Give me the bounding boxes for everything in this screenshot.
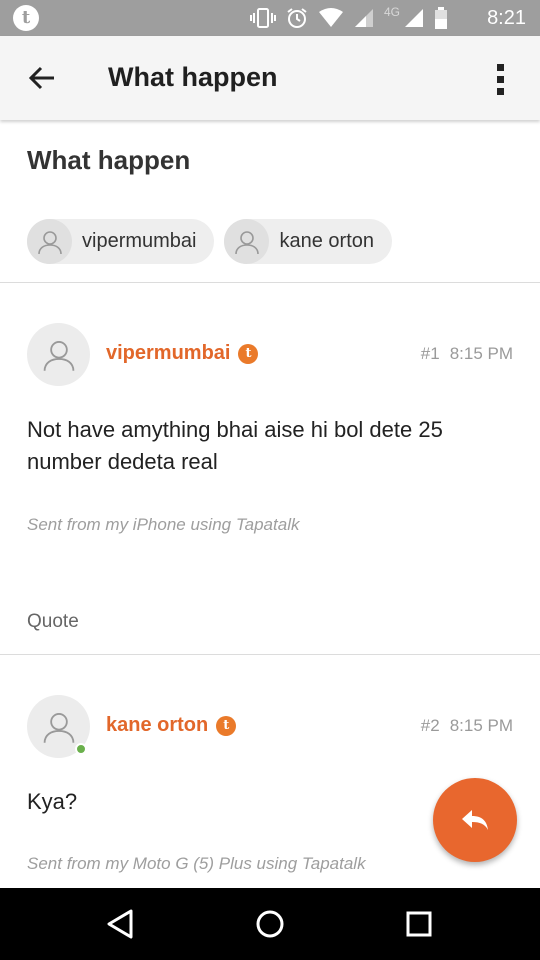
post-author[interactable]: vipermumbai t bbox=[106, 342, 259, 365]
app-bar: What happen bbox=[0, 36, 540, 120]
wifi-icon bbox=[318, 8, 343, 27]
more-vert-icon bbox=[497, 64, 504, 95]
signal-icon-2 bbox=[405, 9, 423, 27]
overflow-menu-button[interactable] bbox=[486, 60, 516, 100]
quote-button[interactable]: Quote bbox=[27, 611, 79, 633]
participant-chip[interactable]: vipermumbai bbox=[27, 219, 215, 264]
vibrate-icon bbox=[249, 8, 276, 28]
person-icon bbox=[43, 340, 74, 371]
network-type: 4G bbox=[383, 5, 400, 19]
avatar[interactable] bbox=[27, 695, 90, 758]
post-signature: Sent from my Moto G (5) Plus using Tapat… bbox=[27, 854, 366, 873]
post-time: 8:15 PM bbox=[449, 716, 513, 735]
participant-name: vipermumbai bbox=[82, 230, 197, 252]
post-body: Kya? bbox=[27, 789, 78, 814]
status-bar: t 4G 8:21 bbox=[0, 0, 540, 36]
online-indicator bbox=[75, 743, 87, 755]
post-signature: Sent from my iPhone using Tapatalk bbox=[27, 515, 300, 534]
participant-chip[interactable]: kane orton bbox=[224, 219, 392, 264]
post-number: #2 bbox=[420, 716, 440, 735]
participant-name: kane orton bbox=[279, 230, 374, 252]
signal-icon bbox=[354, 9, 373, 27]
avatar[interactable] bbox=[27, 323, 90, 386]
tapatalk-notification-icon: t bbox=[13, 5, 39, 31]
nav-back-button[interactable] bbox=[100, 904, 140, 944]
chip-avatar bbox=[224, 219, 270, 264]
person-icon bbox=[43, 712, 74, 743]
reply-icon bbox=[462, 810, 488, 830]
post-body: Not have amything bhai aise hi bol dete … bbox=[27, 417, 443, 474]
nav-home-button[interactable] bbox=[250, 904, 290, 944]
status-time: 8:21 bbox=[487, 7, 526, 29]
thread-title: What happen bbox=[27, 145, 191, 175]
triangle-back-icon bbox=[107, 909, 133, 939]
tapatalk-badge-icon: t bbox=[216, 715, 237, 736]
circle-home-icon bbox=[256, 910, 284, 938]
reply-fab[interactable] bbox=[433, 778, 517, 862]
chip-avatar bbox=[27, 219, 72, 264]
arrow-back-icon bbox=[28, 66, 54, 90]
divider bbox=[0, 282, 540, 283]
app-bar-title: What happen bbox=[108, 62, 278, 92]
participant-chips: vipermumbai kane orton bbox=[27, 219, 392, 264]
author-name: kane orton bbox=[106, 714, 209, 736]
person-icon bbox=[37, 230, 62, 254]
post-meta: #2 8:15 PM bbox=[421, 716, 513, 736]
post-author[interactable]: kane orton t bbox=[106, 714, 237, 737]
post-meta: #1 8:15 PM bbox=[421, 344, 513, 364]
person-icon bbox=[235, 230, 259, 254]
back-button[interactable] bbox=[20, 58, 64, 98]
author-name: vipermumbai bbox=[106, 342, 231, 364]
status-icons: 4G bbox=[249, 5, 448, 30]
post-number: #1 bbox=[420, 344, 440, 363]
nav-recents-button[interactable] bbox=[399, 904, 439, 944]
square-recents-icon bbox=[406, 911, 432, 937]
tapatalk-badge-icon: t bbox=[238, 343, 259, 364]
post-time: 8:15 PM bbox=[449, 344, 513, 363]
system-nav-bar bbox=[0, 888, 540, 960]
alarm-icon bbox=[287, 8, 307, 28]
divider bbox=[0, 654, 540, 655]
battery-icon bbox=[435, 7, 447, 29]
